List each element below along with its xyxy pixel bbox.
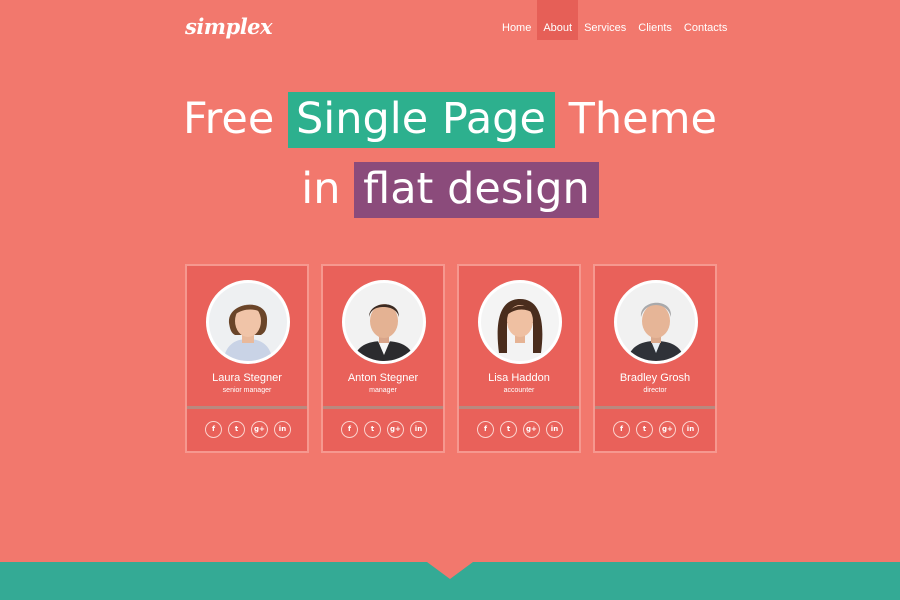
card-divider xyxy=(187,406,307,409)
team-card: Laura Stegner senior manager f t g+ in xyxy=(185,264,309,453)
nav-clients[interactable]: Clients xyxy=(632,0,678,40)
team-cards: Laura Stegner senior manager f t g+ in A… xyxy=(185,264,717,453)
member-role: manager xyxy=(369,387,397,394)
linkedin-icon[interactable]: in xyxy=(682,421,699,438)
linkedin-icon[interactable]: in xyxy=(546,421,563,438)
avatar xyxy=(478,280,562,364)
woman-short-hair-avatar-icon xyxy=(209,283,287,361)
nav-about[interactable]: About xyxy=(537,0,579,40)
nav-services[interactable]: Services xyxy=(578,0,632,40)
man-gray-hair-avatar-icon xyxy=(617,283,695,361)
hero-line1-pre: Free xyxy=(183,94,288,144)
facebook-icon[interactable]: f xyxy=(205,421,222,438)
google-plus-icon[interactable]: g+ xyxy=(659,421,676,438)
social-links: f t g+ in xyxy=(477,421,563,438)
main-nav: Home About Services Clients Contacts xyxy=(496,0,733,40)
member-name: Lisa Haddon xyxy=(488,372,550,384)
twitter-icon[interactable]: t xyxy=(228,421,245,438)
team-card: Bradley Grosh director f t g+ in xyxy=(593,264,717,453)
twitter-icon[interactable]: t xyxy=(636,421,653,438)
hero-line-1: Free Single Page Theme xyxy=(0,86,900,152)
hero-line2-pre: in xyxy=(301,164,355,214)
team-card: Lisa Haddon accounter f t g+ in xyxy=(457,264,581,453)
nav-contacts[interactable]: Contacts xyxy=(678,0,733,40)
avatar xyxy=(206,280,290,364)
twitter-icon[interactable]: t xyxy=(500,421,517,438)
linkedin-icon[interactable]: in xyxy=(274,421,291,438)
linkedin-icon[interactable]: in xyxy=(410,421,427,438)
man-suit-avatar-icon xyxy=(345,283,423,361)
twitter-icon[interactable]: t xyxy=(364,421,381,438)
logo[interactable]: simplex xyxy=(185,14,273,39)
member-name: Bradley Grosh xyxy=(619,372,691,384)
card-divider xyxy=(323,406,443,409)
footer-notch-icon xyxy=(427,562,473,579)
facebook-icon[interactable]: f xyxy=(477,421,494,438)
card-divider xyxy=(595,406,715,409)
member-role: director xyxy=(643,387,667,394)
woman-long-hair-avatar-icon xyxy=(481,283,559,361)
facebook-icon[interactable]: f xyxy=(341,421,358,438)
google-plus-icon[interactable]: g+ xyxy=(251,421,268,438)
social-links: f t g+ in xyxy=(341,421,427,438)
google-plus-icon[interactable]: g+ xyxy=(387,421,404,438)
team-card: Anton Stegner manager f t g+ in xyxy=(321,264,445,453)
google-plus-icon[interactable]: g+ xyxy=(523,421,540,438)
member-role: accounter xyxy=(503,387,535,394)
member-role: senior manager xyxy=(222,387,272,394)
member-name: Laura Stegner xyxy=(212,372,282,384)
hero-line1-post: Theme xyxy=(554,94,717,144)
nav-home[interactable]: Home xyxy=(496,0,537,40)
member-name: Anton Stegner xyxy=(347,372,419,384)
social-links: f t g+ in xyxy=(613,421,699,438)
hero-line-2: in flat design xyxy=(0,156,900,222)
avatar xyxy=(614,280,698,364)
facebook-icon[interactable]: f xyxy=(613,421,630,438)
hero-heading: Free Single Page Theme in flat design xyxy=(0,86,900,222)
avatar xyxy=(342,280,426,364)
card-divider xyxy=(459,406,579,409)
hero-highlight-green: Single Page xyxy=(287,92,555,148)
social-links: f t g+ in xyxy=(205,421,291,438)
hero-highlight-purple: flat design xyxy=(354,162,599,218)
